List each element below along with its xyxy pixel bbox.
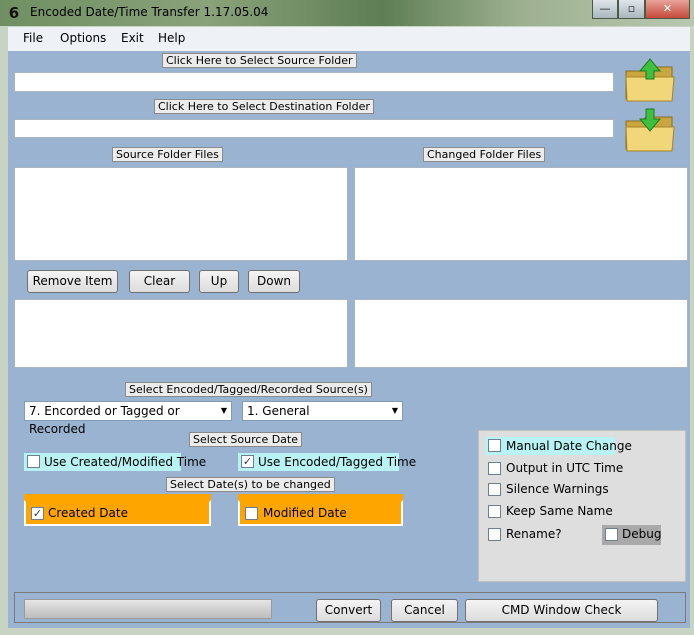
minimize-icon: — xyxy=(599,2,611,15)
modified-date-label: Modified Date xyxy=(263,506,347,520)
maximize-button[interactable]: ▫ xyxy=(618,0,645,19)
source-category-dropdown[interactable]: 1. General ▼ xyxy=(242,401,403,421)
use-created-modified-label: Use Created/Modified Time xyxy=(44,455,207,469)
source-folder-files-label: Source Folder Files xyxy=(112,147,223,162)
menu-help[interactable]: Help xyxy=(158,31,185,45)
manual-date-change-checkbox[interactable] xyxy=(488,439,501,452)
debug-label: Debug xyxy=(622,527,662,541)
modified-date-checkbox[interactable] xyxy=(245,507,258,520)
output-utc-label: Output in UTC Time xyxy=(506,461,624,475)
use-encoded-tagged-option[interactable]: ✓ Use Encoded/Tagged Time xyxy=(238,453,416,471)
created-date-checkbox[interactable]: ✓ xyxy=(31,507,44,520)
keep-same-name-label: Keep Same Name xyxy=(506,504,613,518)
debug-option[interactable]: Debug xyxy=(602,525,661,545)
maximize-icon: ▫ xyxy=(627,2,636,15)
source-type-dropdown[interactable]: 7. Encorded or Tagged or Recorded ▼ xyxy=(24,401,232,436)
close-button[interactable]: ✕ xyxy=(645,0,690,19)
use-created-modified-option[interactable]: Use Created/Modified Time xyxy=(24,453,206,471)
close-icon: ✕ xyxy=(662,2,673,15)
chevron-down-icon: ▼ xyxy=(391,406,398,415)
minimize-button[interactable]: — xyxy=(592,0,618,19)
select-source-date-label: Select Source Date xyxy=(189,432,302,447)
changed-folder-files-label: Changed Folder Files xyxy=(423,147,546,162)
select-source-folder-button[interactable]: Click Here to Select Source Folder xyxy=(162,53,357,68)
modified-date-option[interactable]: Modified Date xyxy=(238,500,403,526)
menu-bar: File Options Exit Help xyxy=(8,27,690,51)
cancel-button[interactable]: Cancel xyxy=(391,599,458,622)
app-icon: 6 xyxy=(8,4,20,22)
window-title: Encoded Date/Time Transfer 1.17.05.04 xyxy=(30,5,269,19)
use-created-modified-checkbox[interactable] xyxy=(27,455,40,468)
rename-label: Rename? xyxy=(506,527,562,541)
destination-folder-path[interactable] xyxy=(14,119,614,138)
created-date-option[interactable]: ✓ Created Date xyxy=(24,500,211,526)
manual-date-change-label: Manual Date Change xyxy=(506,439,632,453)
convert-button[interactable]: Convert xyxy=(316,599,381,622)
folder-down-arrow-icon[interactable] xyxy=(624,107,676,153)
clear-button[interactable]: Clear xyxy=(129,270,190,293)
source-folder-path[interactable] xyxy=(14,72,614,92)
chevron-down-icon: ▼ xyxy=(220,406,227,415)
created-date-label: Created Date xyxy=(48,506,128,520)
source-files-list[interactable] xyxy=(14,167,348,261)
changed-details-list[interactable] xyxy=(354,299,688,368)
folder-up-arrow-icon[interactable] xyxy=(624,57,676,103)
menu-file[interactable]: File xyxy=(23,31,43,45)
select-destination-folder-button[interactable]: Click Here to Select Destination Folder xyxy=(154,99,374,114)
menu-exit[interactable]: Exit xyxy=(121,31,144,45)
menu-options[interactable]: Options xyxy=(60,31,106,45)
progress-bar xyxy=(24,599,272,619)
use-encoded-tagged-checkbox[interactable]: ✓ xyxy=(241,455,254,468)
silence-warnings-label: Silence Warnings xyxy=(506,482,609,496)
debug-checkbox[interactable] xyxy=(605,528,618,541)
rename-checkbox[interactable] xyxy=(488,528,501,541)
select-source-label: Select Encoded/Tagged/Recorded Source(s) xyxy=(125,382,372,397)
select-dates-label: Select Date(s) to be changed xyxy=(166,477,335,492)
source-category-value: 1. General xyxy=(247,404,310,418)
changed-files-list[interactable] xyxy=(354,167,688,261)
keep-same-name-checkbox[interactable] xyxy=(488,505,501,518)
remove-item-button[interactable]: Remove Item xyxy=(27,270,118,293)
output-utc-checkbox[interactable] xyxy=(488,462,501,475)
up-button[interactable]: Up xyxy=(199,270,239,293)
use-encoded-tagged-label: Use Encoded/Tagged Time xyxy=(258,455,417,469)
options-panel: Manual Date Change Output in UTC Time Si… xyxy=(478,430,686,582)
manual-date-change-option[interactable]: Manual Date Change xyxy=(485,437,632,455)
source-details-list[interactable] xyxy=(14,299,348,368)
down-button[interactable]: Down xyxy=(248,270,300,293)
silence-warnings-checkbox[interactable] xyxy=(488,483,501,496)
cmd-window-check-button[interactable]: CMD Window Check xyxy=(465,599,658,622)
